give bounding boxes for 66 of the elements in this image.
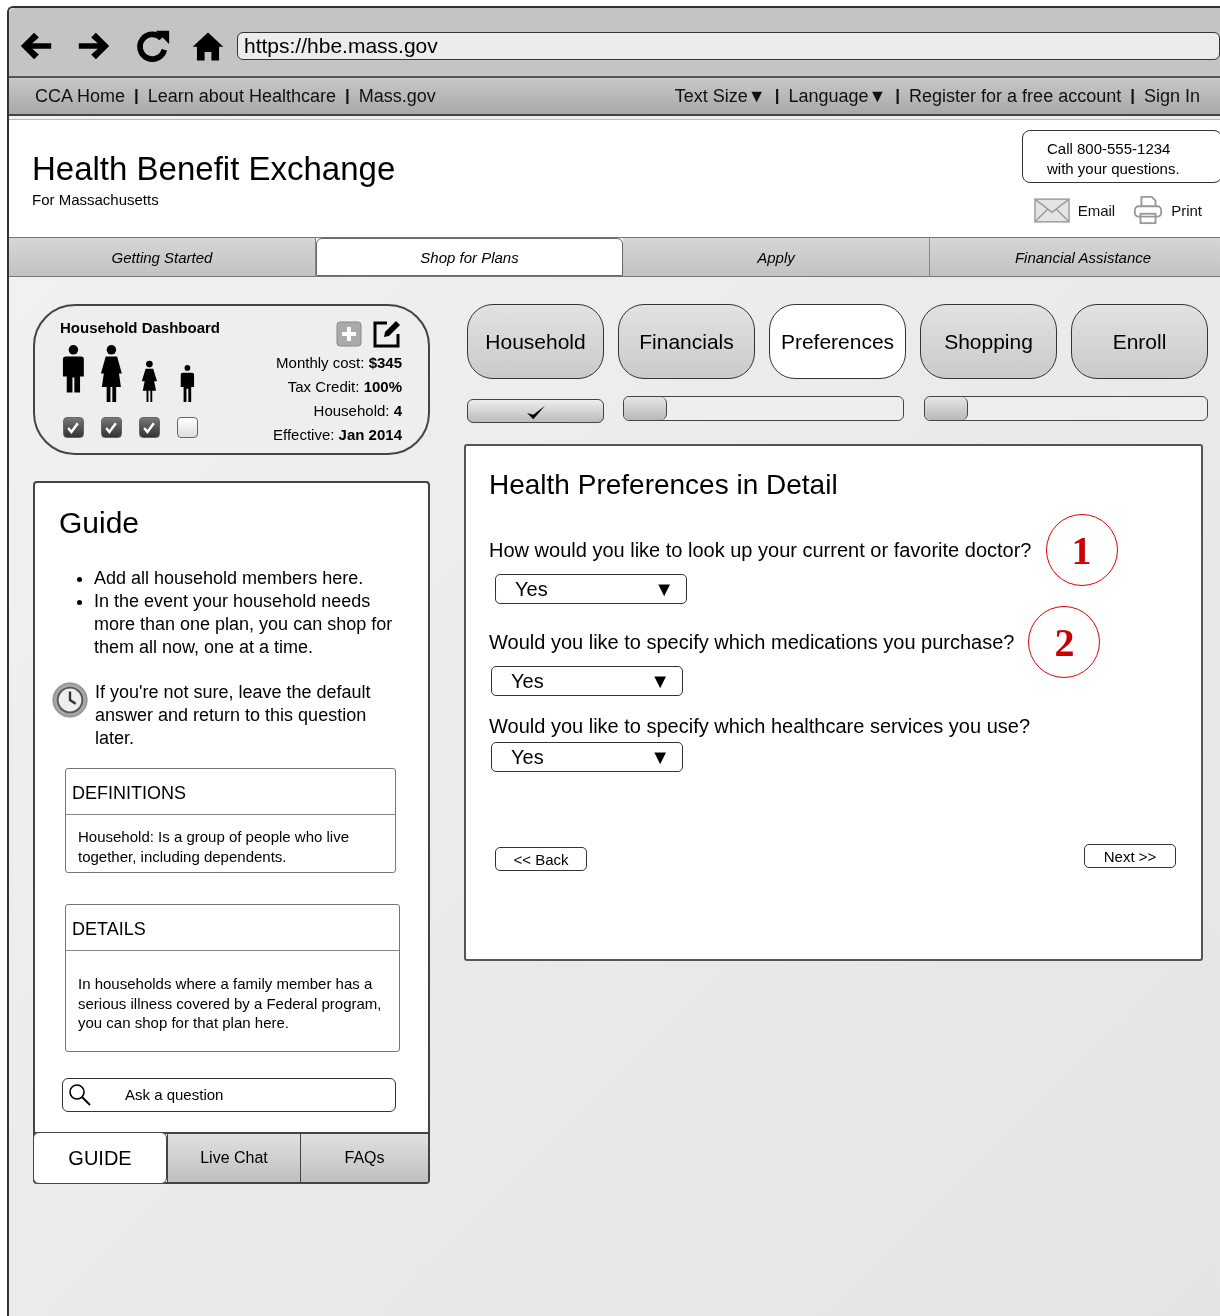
stat-text: Household: 4: [313, 401, 402, 421]
nav-tab[interactable]: Apply: [623, 238, 930, 276]
site-subtitle: For Massachusetts: [32, 191, 160, 208]
panel-tab[interactable]: FAQs: [300, 1134, 428, 1182]
dropdown[interactable]: Yes ▼: [495, 574, 687, 604]
call-text: with your questions.: [1047, 159, 1181, 179]
member-checkbox[interactable]: [176, 417, 198, 439]
dashboard-title: Household Dashboard: [60, 319, 220, 336]
guide-title: Guide: [59, 505, 141, 541]
question-text: Would you like to specify which healthcare services you use?: [489, 714, 1030, 738]
stat-text: Tax Credit: 100%: [287, 377, 402, 397]
panel-tab[interactable]: Live Chat: [167, 1134, 300, 1182]
nav-link[interactable]: Learn about Healthcare: [147, 85, 336, 107]
call-text: Call 800-555-1234: [1047, 139, 1172, 159]
member-checkbox[interactable]: [138, 417, 160, 439]
bullet-icon: [77, 600, 82, 605]
bullet-icon: [77, 577, 82, 582]
panel-tab[interactable]: GUIDE: [33, 1132, 167, 1184]
search-icon: [68, 1082, 92, 1107]
question-text: Would you like to specify which medications you purchase?: [489, 630, 1015, 654]
separator: |: [134, 86, 139, 106]
nav-link[interactable]: CCA Home: [35, 85, 126, 107]
nav-tab[interactable]: Financial Assistance: [930, 238, 1220, 276]
info-box-text: Household: Is a group of people who live together, including dependents.: [77, 827, 350, 867]
separator: |: [774, 86, 780, 106]
info-box-heading: DETAILS: [66, 905, 399, 951]
step-button[interactable]: Preferences: [769, 304, 906, 379]
print-link[interactable]: Print: [1171, 201, 1202, 219]
stat-text: Effective: Jan 2014: [273, 425, 402, 445]
step-button[interactable]: Financials: [618, 304, 755, 379]
printer-icon[interactable]: [1133, 195, 1164, 225]
nav-tab[interactable]: Shop for Plans: [316, 238, 623, 276]
tip-text: If you're not sure, leave the default answer and return to this question later.: [95, 681, 372, 750]
back-button[interactable]: << Back: [495, 847, 587, 871]
nav-link[interactable]: Mass.gov: [358, 85, 436, 107]
dropdown[interactable]: Yes ▼: [491, 666, 683, 696]
member-checkbox[interactable]: [62, 417, 84, 439]
member-checkbox[interactable]: [100, 417, 122, 439]
email-link[interactable]: Email: [1077, 201, 1116, 219]
next-button[interactable]: Next >>: [1084, 844, 1176, 868]
separator: |: [344, 86, 350, 106]
step-button[interactable]: Household: [467, 304, 604, 379]
dropdown[interactable]: Yes ▼: [491, 742, 683, 772]
add-icon[interactable]: [336, 321, 362, 347]
nav-link[interactable]: Text Size▼: [674, 85, 766, 107]
nav-tab[interactable]: Getting Started: [9, 238, 316, 276]
clock-icon: [51, 681, 89, 719]
step-button[interactable]: Shopping: [920, 304, 1057, 379]
stat-text: Monthly cost: $345: [276, 353, 402, 373]
bullet-text: In the event your household needs more than one plan, you can shop for them all now, one at a time.: [94, 590, 394, 659]
site-title: Health Benefit Exchange: [32, 149, 396, 189]
search-field[interactable]: Ask a question: [62, 1077, 396, 1112]
address-field[interactable]: https://hbe.mass.gov: [237, 32, 1220, 60]
question-text: How would you like to look up your current or favorite doctor?: [489, 538, 1032, 562]
separator: |: [895, 86, 901, 106]
nav-link[interactable]: Language▼: [788, 85, 887, 107]
step-button[interactable]: Enroll: [1071, 304, 1208, 379]
bullet-text: Add all household members here.: [94, 567, 365, 590]
envelope-icon[interactable]: [1033, 197, 1070, 223]
edit-icon[interactable]: [372, 319, 402, 349]
section-title: Health Preferences in Detail: [489, 468, 839, 502]
separator: |: [1130, 86, 1135, 106]
info-box-heading: DEFINITIONS: [66, 769, 395, 815]
nav-link[interactable]: Sign In: [1143, 85, 1200, 107]
nav-link[interactable]: Register for a free account: [909, 85, 1122, 107]
info-box-text: In households where a family member has a serious illness covered by a Federal program, you can shop for that plan here.: [77, 974, 383, 1033]
